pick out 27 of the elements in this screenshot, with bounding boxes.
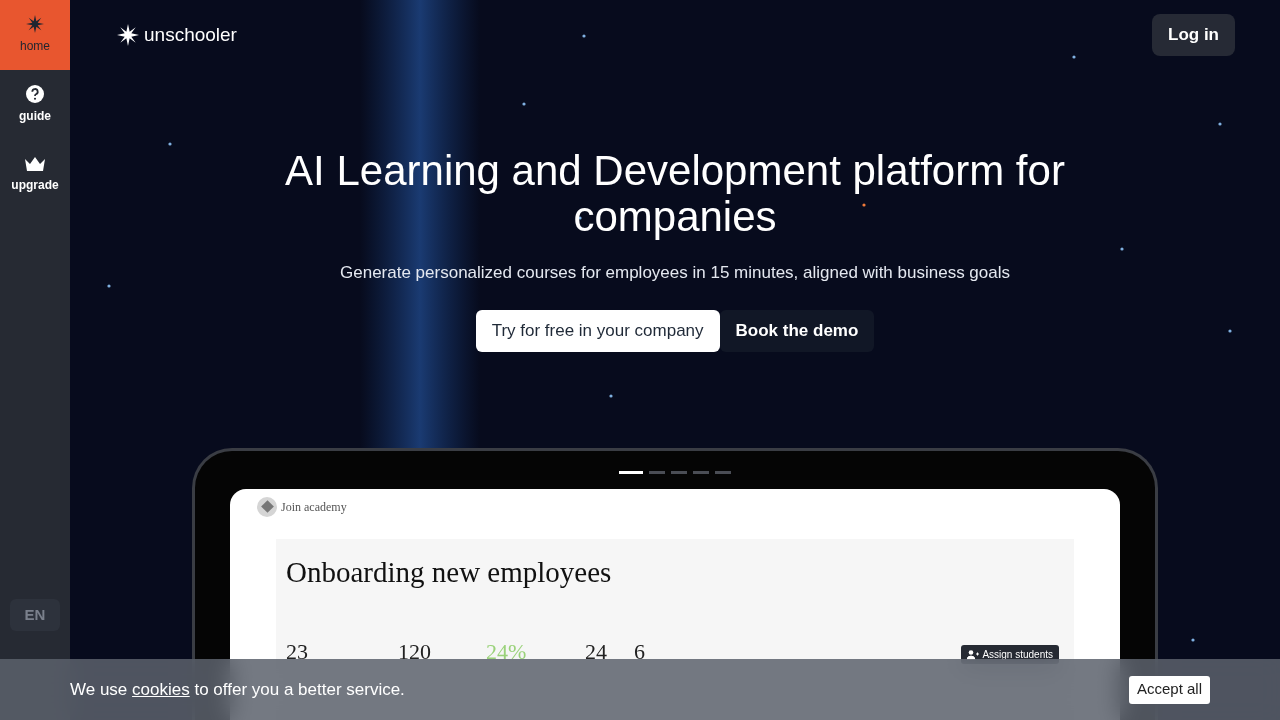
help-icon [26, 85, 44, 103]
sidebar-item[interactable]: home [0, 0, 70, 70]
sidebar-item[interactable]: guide [0, 70, 70, 140]
course-title: Onboarding new employees [286, 554, 613, 590]
stat-value: 24% [486, 640, 528, 664]
cookie-message: We use cookies to offer you a better service. [70, 678, 405, 701]
logo-text: unschooler [144, 22, 237, 47]
stat-value: 24 [585, 640, 608, 664]
accept-all-button[interactable]: Accept all [1128, 675, 1210, 704]
star-burst-icon [26, 15, 44, 33]
sidebar-item[interactable]: upgrade [0, 140, 70, 210]
hero-title: AI Learning and Development platform for companies [284, 148, 1066, 240]
hero-subtitle: Generate personalized courses for employees in 15 minutes, aligned with business goals [340, 262, 1010, 284]
try-free-button[interactable]: Try for free in your company [475, 309, 720, 352]
add-user-icon [967, 649, 980, 660]
crown-icon [25, 156, 45, 172]
stat-value: 23 [286, 640, 309, 664]
logo-star-icon [117, 24, 139, 46]
stat-value: 6 [634, 640, 646, 664]
carousel-dash[interactable] [619, 470, 643, 474]
academy-logo-icon [257, 496, 277, 517]
book-demo-button[interactable]: Book the demo [719, 309, 875, 352]
login-button[interactable]: Log in [1152, 14, 1235, 56]
cookies-link[interactable]: cookies [132, 679, 190, 699]
logo[interactable]: unschooler [117, 20, 237, 50]
academy-link[interactable]: Join academy [257, 496, 1093, 517]
stat-value: 120 [398, 640, 432, 664]
